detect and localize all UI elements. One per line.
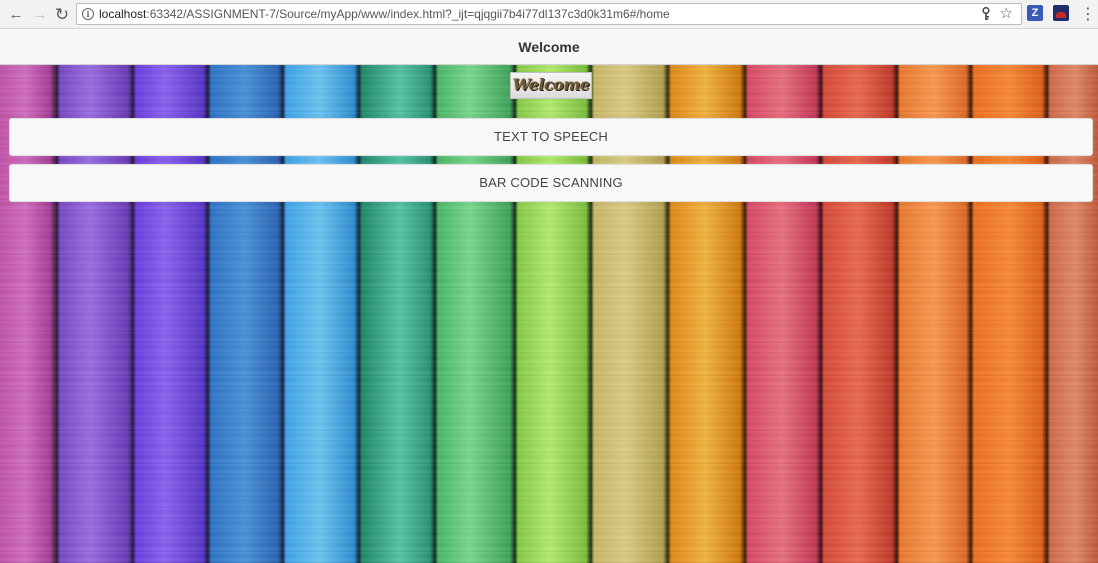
- star-icon[interactable]: ☆: [1000, 6, 1013, 21]
- url-host: localhost: [99, 7, 147, 21]
- welcome-image: Welcome: [510, 72, 592, 99]
- welcome-image-text: Welcome: [512, 75, 590, 94]
- main-content: Welcome TEXT TO SPEECH BAR CODE SCANNING: [0, 65, 1098, 563]
- text-to-speech-button[interactable]: TEXT TO SPEECH: [9, 118, 1093, 156]
- url-path: :63342/ASSIGNMENT-7/Source/myApp/www/ind…: [146, 7, 670, 21]
- page-title: Welcome: [518, 39, 580, 55]
- key-icon[interactable]: [981, 6, 991, 24]
- arrow-left-icon[interactable]: ←: [6, 5, 26, 25]
- browser-toolbar: ← → ↻ i localhost:63342/ASSIGNMENT-7/Sou…: [0, 0, 1098, 29]
- reload-icon[interactable]: ↻: [52, 5, 72, 25]
- kebab-menu-icon[interactable]: ⋮: [1080, 5, 1096, 25]
- bar-code-scanning-button[interactable]: BAR CODE SCANNING: [9, 164, 1093, 202]
- info-icon[interactable]: i: [82, 8, 94, 20]
- extension-icon[interactable]: [1053, 5, 1069, 21]
- zotero-extension-icon[interactable]: Z: [1027, 5, 1043, 21]
- app-header: Welcome: [0, 29, 1098, 65]
- url-text[interactable]: localhost:63342/ASSIGNMENT-7/Source/myAp…: [99, 7, 670, 22]
- address-bar[interactable]: i localhost:63342/ASSIGNMENT-7/Source/my…: [76, 3, 1022, 25]
- arrow-right-icon[interactable]: →: [30, 5, 50, 25]
